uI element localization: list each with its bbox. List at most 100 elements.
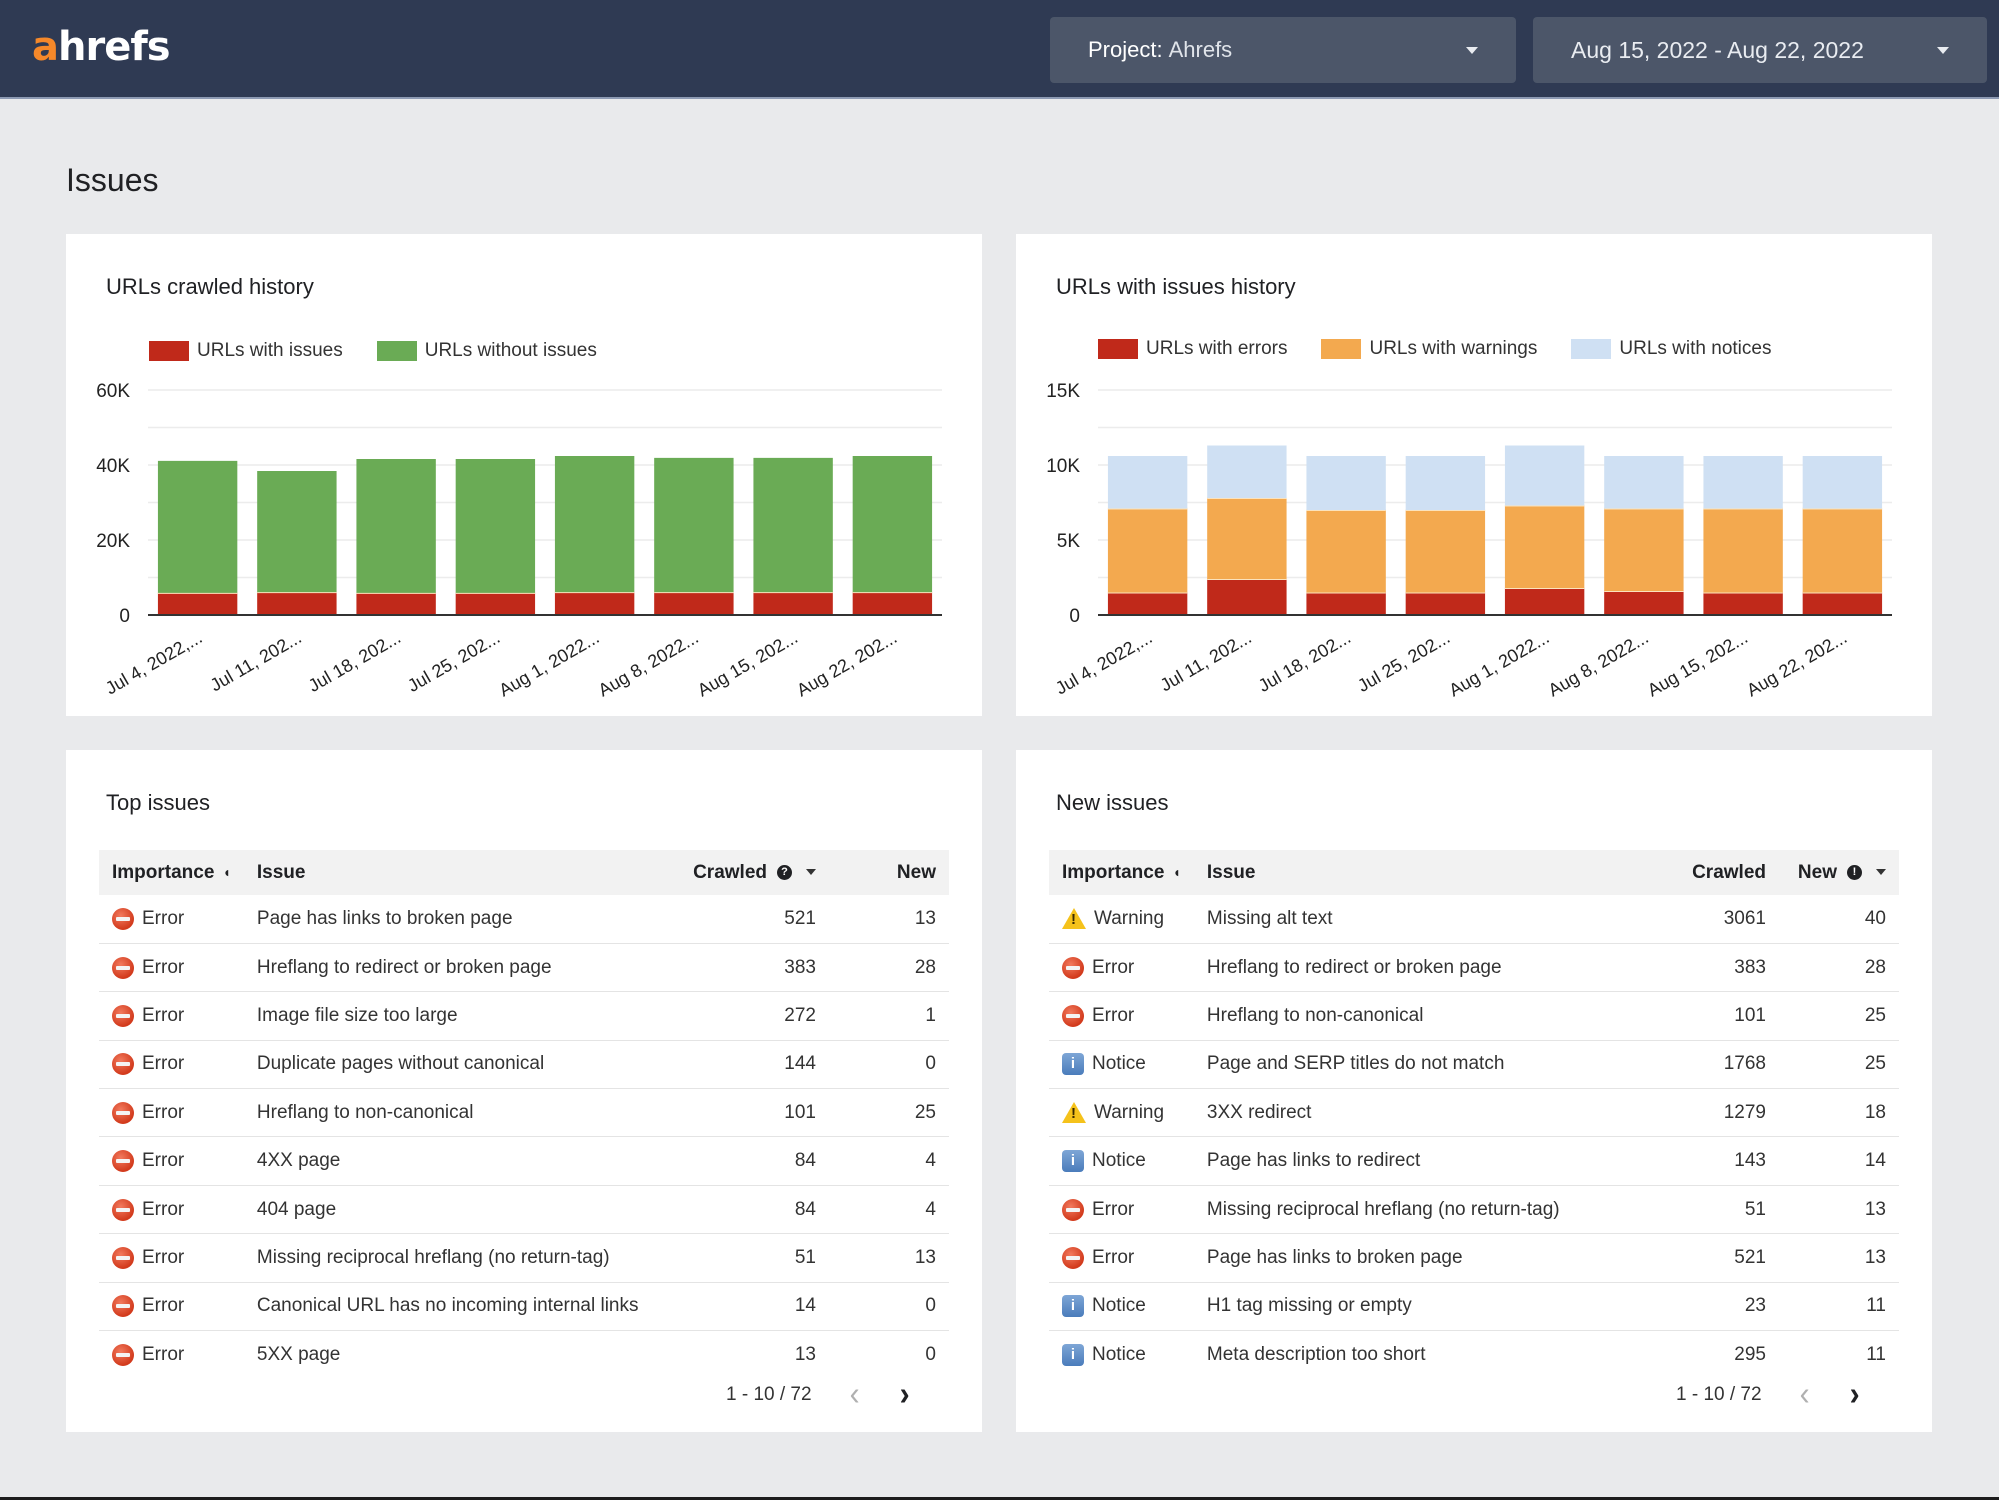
error-icon — [112, 1150, 134, 1173]
importance-cell: Error — [99, 1233, 244, 1283]
table-row[interactable]: Warning 3XX redirect127918 — [1049, 1088, 1899, 1138]
issue-cell[interactable]: Page and SERP titles do not match — [1193, 1040, 1669, 1090]
column-header-new[interactable]: New — [829, 850, 949, 895]
new-cell: 25 — [1779, 991, 1899, 1041]
crawled-cell: 13 — [794, 1343, 816, 1365]
importance-cell: Error — [99, 1282, 244, 1332]
table-row[interactable]: Error Canonical URL has no incoming inter… — [99, 1282, 949, 1332]
notice-icon: i — [1062, 1053, 1084, 1076]
table-row[interactable]: Error Hreflang to redirect or broken page… — [1049, 943, 1899, 993]
bar-segment-urls-with-issues — [753, 592, 833, 615]
column-header-crawled[interactable]: Crawled — [1669, 850, 1779, 895]
table-row[interactable]: Error 4XX page 84 4 — [99, 1136, 949, 1186]
table-row[interactable]: Error Duplicate pages without canonical 14… — [99, 1040, 949, 1090]
issue-cell[interactable]: Page has links to broken page — [1193, 1233, 1669, 1283]
chevron-left-icon[interactable]: ‹ — [850, 1376, 860, 1413]
table-row[interactable]: Error Hreflang to non-canonical 101 25 — [99, 1088, 949, 1138]
bar-segment-urls-with-issues — [852, 592, 933, 615]
bar-segment-urls-without-issues — [356, 459, 436, 593]
issue-cell[interactable]: Hreflang to non-canonical — [243, 1088, 659, 1138]
new-issues-table: Importance◖ Issue Crawled New! Warning Mi… — [1049, 850, 1899, 1379]
issue-cell[interactable]: 404 page — [243, 1185, 659, 1235]
issue-cell[interactable]: Hreflang to redirect or broken page — [1193, 943, 1669, 993]
issue-cell[interactable]: H1 tag missing or empty — [1193, 1282, 1669, 1332]
crawled-cell: 84 — [659, 1136, 829, 1186]
table-row[interactable]: Error Hreflang to non-canonical 101 25 — [1049, 991, 1899, 1041]
date-range-selector[interactable]: Aug 15, 2022 - Aug 22, 2022 — [1533, 17, 1987, 83]
sort-desc-icon — [806, 869, 816, 876]
issue-cell[interactable]: 3XX redirect — [1193, 1088, 1669, 1138]
table-row[interactable]: Warning Missing alt text306140 — [1049, 895, 1899, 944]
issue-cell[interactable]: Hreflang to non-canonical — [1193, 991, 1669, 1041]
date-range-value: Aug 15, 2022 - Aug 22, 2022 — [1571, 36, 1864, 63]
importance-cell: i Notice — [1049, 1331, 1194, 1379]
importance-cell: Warning — [1049, 895, 1194, 944]
importance-label: Notice — [1092, 1150, 1146, 1172]
table-row[interactable]: Error Image file size too large 272 1 — [99, 991, 949, 1041]
importance-label: Notice — [1092, 1295, 1146, 1317]
bar-segment-urls-with-issues — [654, 592, 734, 615]
table-row[interactable]: Error Missing reciprocal hreflang (no ret… — [1049, 1185, 1899, 1235]
table-row[interactable]: i Notice Page has links to redirect 143 14 — [1049, 1136, 1899, 1186]
new-cell: 14 — [1779, 1136, 1899, 1186]
importance-label: Warning — [1094, 907, 1165, 929]
issue-cell[interactable]: Image file size too large — [243, 991, 659, 1041]
table-row[interactable]: Error 404 page 84 4 — [99, 1185, 949, 1235]
x-tick-label: Jul 11, 202... — [207, 627, 305, 695]
importance-cell: i Notice — [1049, 1040, 1194, 1090]
new-cell: 0 — [925, 1343, 936, 1365]
x-tick-label: Jul 25, 202... — [404, 627, 503, 696]
project-selector[interactable]: Project: Ahrefs — [1050, 17, 1516, 83]
table-row[interactable]: Error Page has links to broken page 521 13 — [99, 895, 949, 944]
info-icon[interactable]: ! — [1847, 864, 1862, 880]
urls-with-issues-history-card: URLs with issues history URLs with error… — [1016, 234, 1932, 716]
error-icon — [112, 1343, 134, 1366]
table-row[interactable]: i Notice H1 tag missing or empty 23 11 — [1049, 1282, 1899, 1332]
bar-segment-urls-with-notices — [1405, 456, 1486, 510]
notice-icon: i — [1062, 1150, 1084, 1173]
table-row[interactable]: Error 5XX page 13 0 — [99, 1331, 949, 1379]
bar-segment-urls-with-warnings — [1107, 508, 1188, 593]
column-header-new[interactable]: New! — [1779, 850, 1899, 895]
column-header-issue[interactable]: Issue — [1193, 850, 1669, 895]
ahrefs-logo[interactable]: ahrefs — [32, 24, 171, 70]
crawled-cell: 383 — [1669, 943, 1779, 993]
issue-cell[interactable]: 5XX page — [244, 1331, 659, 1379]
issue-cell[interactable]: 4XX page — [243, 1136, 659, 1186]
table-row[interactable]: i Notice Meta description too short 295 11 — [1049, 1331, 1899, 1379]
crawled-cell: 521 — [1669, 1233, 1779, 1283]
importance-cell: Error — [99, 1185, 244, 1235]
help-icon[interactable]: ? — [777, 864, 792, 880]
chevron-right-icon[interactable]: › — [1850, 1376, 1860, 1413]
issue-cell[interactable]: Page has links to broken page — [243, 895, 659, 944]
bar-segment-urls-with-errors — [1504, 588, 1585, 615]
column-header-importance[interactable]: Importance ◖ — [99, 850, 244, 895]
column-header-issue[interactable]: Issue — [243, 850, 659, 895]
column-header-crawled[interactable]: Crawled? — [659, 850, 829, 895]
y-tick-label: 20K — [96, 531, 130, 552]
error-icon — [1062, 956, 1084, 979]
crawled-cell: 3061 — [1669, 895, 1779, 944]
table-row[interactable]: i Notice Page and SERP titles do not match… — [1049, 1040, 1899, 1090]
bar-segment-urls-with-issues — [157, 592, 238, 615]
error-icon — [1062, 1004, 1084, 1027]
issue-cell[interactable]: Canonical URL has no incoming internal l… — [243, 1282, 659, 1332]
issue-cell[interactable]: Meta description too short — [1194, 1331, 1669, 1379]
table-row[interactable]: Error Page has links to broken page 521 13 — [1049, 1233, 1899, 1283]
bar-segment-urls-with-notices — [1207, 445, 1287, 498]
column-header-importance[interactable]: Importance ◖ — [1049, 850, 1194, 895]
chevron-right-icon[interactable]: › — [900, 1376, 910, 1413]
chevron-down-icon — [1466, 47, 1478, 54]
chevron-left-icon[interactable]: ‹ — [1800, 1376, 1810, 1413]
x-tick-label: Jul 4, 2022,... — [102, 627, 206, 698]
issue-cell[interactable]: Missing alt text — [1193, 895, 1669, 944]
issue-cell[interactable]: Hreflang to redirect or broken page — [243, 943, 659, 993]
new-cell: 11 — [1779, 1282, 1899, 1332]
crawled-cell: 144 — [659, 1040, 829, 1090]
issue-cell[interactable]: Missing reciprocal hreflang (no return-t… — [1193, 1185, 1669, 1235]
issue-cell[interactable]: Page has links to redirect — [1193, 1136, 1669, 1186]
table-row[interactable]: Error Missing reciprocal hreflang (no ret… — [99, 1233, 949, 1283]
issue-cell[interactable]: Duplicate pages without canonical — [243, 1040, 659, 1090]
table-row[interactable]: Error Hreflang to redirect or broken page… — [99, 943, 949, 993]
issue-cell[interactable]: Missing reciprocal hreflang (no return-t… — [243, 1233, 659, 1283]
